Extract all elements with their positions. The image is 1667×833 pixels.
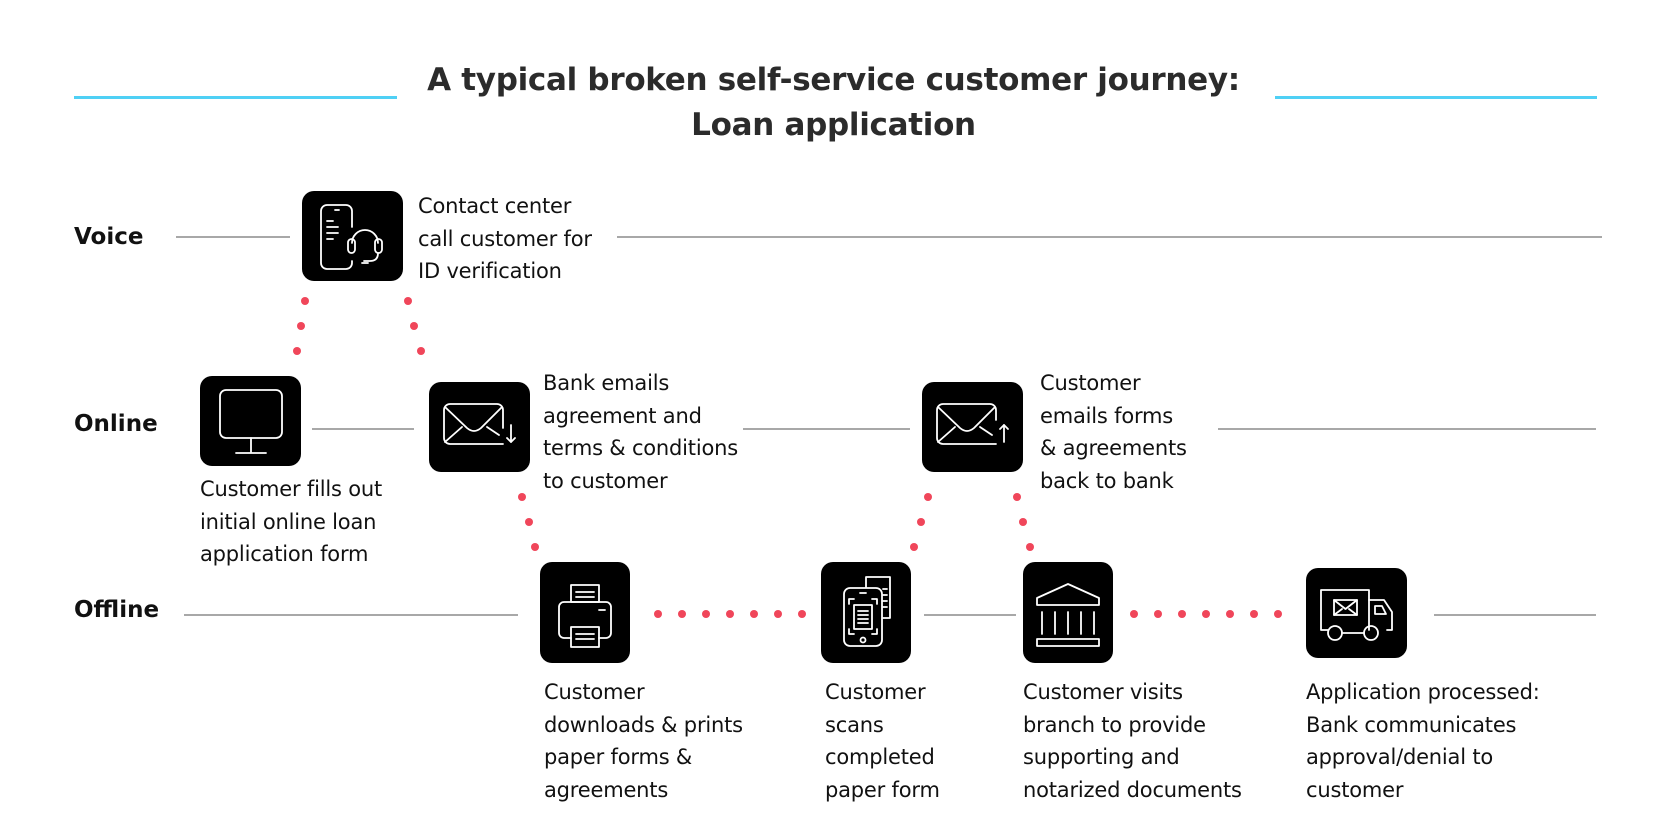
email-upload-icon [936, 403, 1009, 445]
step-node-branch-visit [1023, 562, 1113, 663]
bank-building-icon [1036, 583, 1100, 647]
phone-headset-icon [320, 204, 383, 270]
lane-label-voice: Voice [74, 224, 144, 250]
lane-line-online-2 [743, 428, 910, 430]
connector-dot-print-forms-to-scan-form-2 [678, 610, 686, 618]
connector-dot-branch-visit-to-processed-3 [1178, 610, 1186, 618]
step-text-id-verification: Contact center call customer for ID veri… [418, 194, 592, 283]
connector-dot-customer-emails-to-branch-visit-2 [1019, 518, 1027, 526]
connector-dot-customer-emails-to-branch-visit-3 [1026, 543, 1034, 551]
printer-icon [558, 584, 612, 648]
connector-dot-bank-emails-to-print-forms-3 [531, 543, 539, 551]
connector-dot-id-verification-to-bank-emails-2 [410, 322, 418, 330]
delivery-truck-icon [1320, 589, 1393, 641]
step-node-print-forms [540, 562, 630, 663]
step-node-id-verification [302, 191, 403, 281]
email-download-icon [443, 403, 516, 445]
step-node-bank-emails [429, 382, 530, 472]
connector-dot-bank-emails-to-print-forms-1 [518, 493, 526, 501]
lane-line-voice-1 [176, 236, 290, 238]
connector-dot-bank-emails-to-print-forms-2 [525, 518, 533, 526]
connector-dot-id-verification-to-bank-emails-1 [404, 297, 412, 305]
step-node-fill-form [200, 376, 301, 466]
lane-line-online-3 [1218, 428, 1596, 430]
step-text-branch-visit: Customer visits branch to provide suppor… [1023, 680, 1242, 802]
lane-label-offline: Offline [74, 597, 160, 623]
connector-dot-branch-visit-to-processed-4 [1202, 610, 1210, 618]
step-text-fill-form: Customer fills out initial online loan a… [200, 477, 382, 566]
step-node-processed [1306, 568, 1407, 658]
connector-dot-print-forms-to-scan-form-6 [774, 610, 782, 618]
step-text-bank-emails: Bank emails agreement and terms & condit… [543, 371, 738, 493]
desktop-monitor-icon [219, 389, 283, 454]
connector-dot-scan-form-to-customer-emails-1 [924, 493, 932, 501]
lane-label-online: Online [74, 411, 158, 437]
lane-line-offline-2 [924, 614, 1016, 616]
mobile-scan-icon [843, 576, 891, 647]
step-text-print-forms: Customer downloads & prints paper forms … [544, 680, 743, 802]
connector-dot-id-verification-to-bank-emails-3 [417, 347, 425, 355]
connector-dot-branch-visit-to-processed-6 [1250, 610, 1258, 618]
lane-line-online-1 [312, 428, 414, 430]
lane-line-offline-3 [1434, 614, 1596, 616]
connector-dot-branch-visit-to-processed-1 [1130, 610, 1138, 618]
connector-dot-print-forms-to-scan-form-1 [654, 610, 662, 618]
connector-dot-fill-form-to-id-verification-1 [301, 297, 309, 305]
connector-dot-scan-form-to-customer-emails-3 [910, 543, 918, 551]
connector-dot-print-forms-to-scan-form-4 [726, 610, 734, 618]
connector-dot-branch-visit-to-processed-2 [1154, 610, 1162, 618]
title-line-1: A typical broken self-service customer j… [427, 62, 1240, 98]
connector-dot-print-forms-to-scan-form-3 [702, 610, 710, 618]
step-text-customer-emails: Customer emails forms & agreements back … [1040, 371, 1187, 493]
step-node-customer-emails [922, 382, 1023, 472]
connector-dot-print-forms-to-scan-form-7 [798, 610, 806, 618]
diagram-title: A typical broken self-service customer j… [0, 58, 1667, 148]
step-node-scan-form [821, 562, 911, 663]
connector-dot-scan-form-to-customer-emails-2 [917, 518, 925, 526]
connector-dot-fill-form-to-id-verification-2 [297, 322, 305, 330]
step-text-scan-form: Customer scans completed paper form [825, 680, 940, 802]
connector-dot-branch-visit-to-processed-7 [1274, 610, 1282, 618]
lane-line-offline-1 [184, 614, 518, 616]
connector-dot-print-forms-to-scan-form-5 [750, 610, 758, 618]
connector-dot-customer-emails-to-branch-visit-1 [1013, 493, 1021, 501]
step-text-processed: Application processed: Bank communicates… [1306, 680, 1540, 802]
title-line-2: Loan application [691, 107, 976, 143]
connector-dot-fill-form-to-id-verification-3 [293, 347, 301, 355]
connector-dot-branch-visit-to-processed-5 [1226, 610, 1234, 618]
lane-line-voice-2 [617, 236, 1602, 238]
